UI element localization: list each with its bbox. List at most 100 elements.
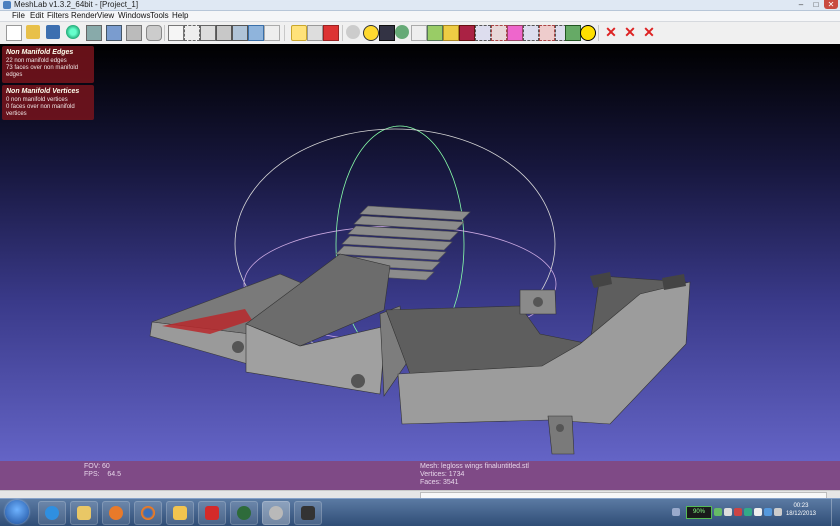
select-faces-icon[interactable] [379,25,395,41]
select-connected-icon[interactable] [459,25,475,41]
taskbar-folder[interactable] [166,501,194,525]
sketchup-icon [237,506,251,520]
pick-points-icon[interactable] [443,25,459,41]
menu-render[interactable]: Render [71,11,97,21]
show-desktop-button[interactable] [831,499,840,526]
select-region-icon[interactable] [539,25,555,41]
align-icon[interactable] [411,25,427,41]
select-area-icon[interactable] [491,25,507,41]
viewport-statusbar: FOV: 60 FPS: 64.5 Mesh: legloss wings fi… [0,461,840,490]
edges-count: 22 non manifold edges [6,58,67,64]
menu-edit[interactable]: Edit [30,11,44,21]
taskbar-sketchup[interactable] [230,501,258,525]
menu-tools[interactable]: Tools [150,11,169,21]
vertices-count: 0 non manifold vertices [6,97,68,103]
tray-signal-icon[interactable] [754,508,762,516]
taskbar-explorer[interactable] [70,501,98,525]
mesh-render [149,125,691,455]
tray-flag-icon[interactable] [734,508,742,516]
print-icon[interactable] [126,25,142,41]
explorer-icon [77,506,91,520]
edges-box-title: Non Manifold Edges [6,49,74,56]
tray-bluetooth-icon[interactable] [764,508,772,516]
raster-icon[interactable] [523,25,539,41]
taskbar-pdf[interactable] [198,501,226,525]
snapshot-icon[interactable] [86,25,102,41]
meshlab-icon [269,506,283,520]
bbox-icon[interactable] [146,25,162,41]
mesh-middle-block [245,253,407,397]
layers-icon[interactable] [106,25,122,41]
clock-date: 18/12/2013 [785,511,816,517]
mesh-name-label: Mesh: legloss wings finaluntitled.stl [420,463,529,470]
info-icon[interactable] [580,25,596,41]
maximize-button[interactable]: □ [809,0,823,9]
camera-icon [301,506,315,520]
menu-bar: File Edit Filters Render View Windows To… [0,11,840,22]
menu-filters[interactable]: Filters [47,11,69,21]
quality-icon[interactable] [507,25,523,41]
edges-faces-count: 73 faces over non manifold edges [6,65,79,78]
hidden-lines-icon[interactable] [200,25,216,41]
delete-faces-icon[interactable]: ✕ [604,25,618,39]
tray-app-icon[interactable] [744,508,752,516]
reload-icon[interactable] [66,25,80,39]
3d-viewport[interactable]: Non Manifold Edges 22 non manifold edges… [0,44,840,461]
windows-taskbar: 90% 00:23 18/12/2013 [0,498,840,526]
meshlab-app-icon [3,1,11,9]
clock[interactable]: 00:23 18/12/2013 [786,502,816,518]
fancy-light-icon[interactable] [323,25,339,41]
wireframe-icon[interactable] [184,25,200,41]
vertices-label: Vertices: 1734 [420,471,465,478]
points-icon[interactable] [168,25,184,41]
select-verts-icon[interactable] [475,25,491,41]
media-player-icon [109,506,123,520]
battery-indicator[interactable]: 90% [686,506,712,519]
nonmanifold-vertices-box: Non Manifold Vertices 0 non manifold ver… [2,85,94,120]
menu-help[interactable]: Help [172,11,188,21]
new-project-icon[interactable] [6,25,22,41]
double-side-icon[interactable] [307,25,323,41]
menu-windows[interactable]: Windows [118,11,150,21]
window-controls: – □ ✕ [794,0,838,10]
open-icon[interactable] [26,25,40,39]
tray-speaker-icon[interactable] [774,508,782,516]
main-toolbar: ✕ ✕ ✕ [0,22,840,45]
taskbar-ie[interactable] [38,501,66,525]
faces-label: Faces: 3541 [420,479,459,486]
nonmanifold-edges-box: Non Manifold Edges 22 non manifold edges… [2,46,94,83]
clear-icon[interactable]: ✕ [642,25,656,39]
annotate-icon[interactable] [363,25,379,41]
fov-label: FOV: 60 [84,463,110,470]
pdf-icon [205,506,219,520]
tray-volume-icon[interactable] [724,508,732,516]
tray-arrow-icon[interactable] [672,508,680,516]
menu-view[interactable]: View [97,11,114,21]
start-button[interactable] [5,500,29,524]
flat-icon[interactable] [232,25,248,41]
texture-paint-icon[interactable] [565,25,581,41]
taskbar-meshlab[interactable] [262,501,290,525]
taskbar-firefox[interactable] [134,501,162,525]
texture-icon[interactable] [264,25,280,41]
clock-time: 00:23 [793,503,809,509]
smooth-icon[interactable] [248,25,264,41]
measure-icon[interactable] [395,25,409,39]
ie-icon [45,506,59,520]
taskbar-media-player[interactable] [102,501,130,525]
manipulator-icon[interactable] [346,25,360,39]
taskbar-camera[interactable] [294,501,322,525]
paint-icon[interactable] [427,25,443,41]
menu-file[interactable]: File [12,11,25,21]
lighting-icon[interactable] [291,25,307,41]
mesh-right-block [385,272,691,455]
system-tray: 90% 00:23 18/12/2013 [660,499,840,526]
fps-label: FPS: 64.5 [84,471,121,478]
save-icon[interactable] [46,25,60,39]
minimize-button[interactable]: – [794,0,808,9]
delete-verts-icon[interactable]: ✕ [623,25,637,39]
folder-icon [173,506,187,520]
flat-lines-icon[interactable] [216,25,232,41]
close-button[interactable]: ✕ [824,0,838,9]
tray-network-icon[interactable] [714,508,722,516]
